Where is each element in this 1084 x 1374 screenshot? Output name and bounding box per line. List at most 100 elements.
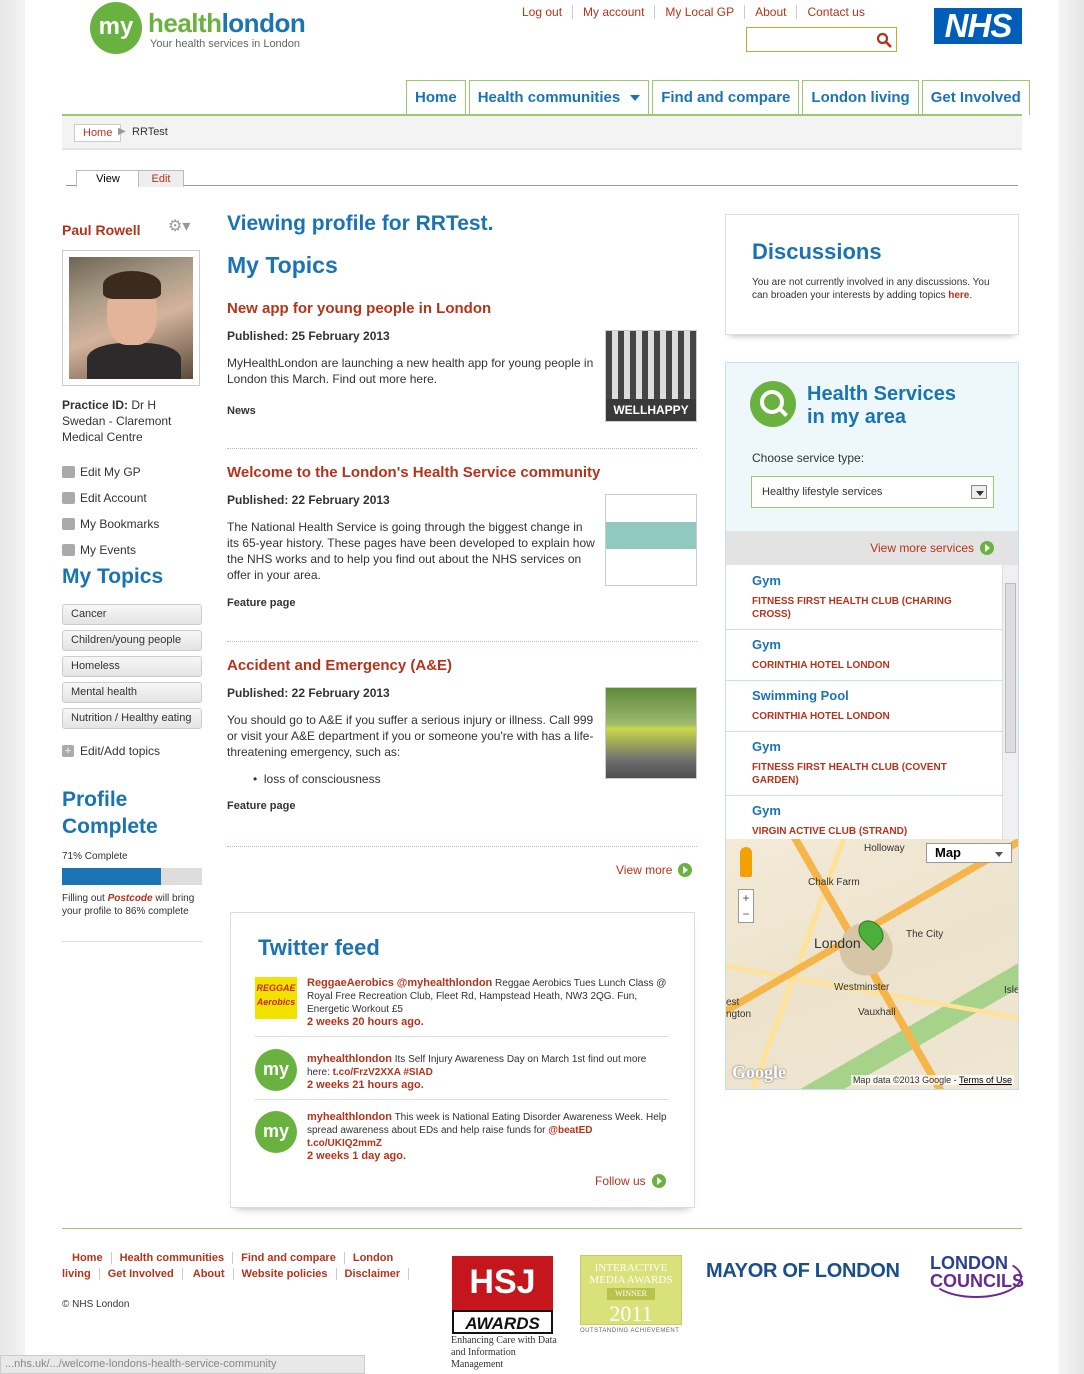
search-input[interactable] (746, 27, 897, 52)
article-summary: MyHealthLondon are launching a new healt… (227, 356, 594, 386)
profile-heading-line1: Profile (62, 788, 128, 811)
map-label: est (726, 997, 740, 1008)
footer-health-communities-link[interactable]: Health communities (111, 1252, 234, 1264)
practice-label: Practice ID: (62, 398, 129, 412)
nav-health-communities[interactable]: Health communities (468, 80, 650, 115)
scrollbar-thumb[interactable] (1005, 583, 1016, 753)
tweet-user[interactable]: myhealthlondon (307, 1111, 392, 1123)
footer-website-policies-link[interactable]: Website policies (233, 1268, 337, 1280)
service-item[interactable]: Gym CORINTHIA HOTEL LONDON (726, 629, 1002, 681)
my-account-link[interactable]: My account (573, 5, 656, 19)
map-label: London (814, 935, 861, 951)
zoom-in-icon[interactable]: + (739, 890, 753, 906)
edit-account-link[interactable]: Edit Account (62, 485, 159, 511)
topic-mental-health[interactable]: Mental health (62, 682, 202, 703)
twitter-heading: Twitter feed (258, 935, 380, 960)
nav-find-and-compare[interactable]: Find and compare (652, 80, 800, 115)
article-summary: The National Health Service is going thr… (227, 520, 595, 582)
tweet-time[interactable]: 2 weeks 1 day ago. (307, 1150, 667, 1163)
footer-home-link[interactable]: Home (62, 1252, 112, 1264)
map-type-select[interactable]: Map (926, 843, 1012, 863)
service-item[interactable]: Gym VIRGIN ACTIVE CLUB (STRAND) (726, 795, 1002, 839)
service-item[interactable]: Gym FITNESS FIRST HEALTH CLUB (CHARING CR… (726, 565, 1002, 630)
tweet-user[interactable]: ReggaeAerobics (307, 977, 394, 989)
view-more-services-label: View more services (870, 541, 974, 555)
service-type-select[interactable]: Healthy lifestyle services (751, 476, 994, 508)
tweet-avatar[interactable]: my (255, 1049, 297, 1091)
tab-view[interactable]: View (76, 170, 140, 187)
article-summary: You should go to A&E if you suffer a ser… (227, 713, 594, 759)
tweet-avatar[interactable]: REGGAE Aerobics (255, 977, 297, 1019)
view-more-link[interactable]: View more (616, 863, 693, 877)
follow-us-link[interactable]: Follow us (595, 1174, 666, 1188)
nav-london-living[interactable]: London living (802, 80, 919, 115)
nav-get-involved[interactable]: Get Involved (921, 80, 1030, 115)
article-title[interactable]: Accident and Emergency (A&E) (227, 657, 697, 674)
profile-note-field[interactable]: Postcode (108, 893, 153, 904)
my-bookmarks-link[interactable]: My Bookmarks (62, 511, 159, 537)
chevron-down-icon[interactable] (971, 485, 987, 499)
service-name: Gym (752, 637, 781, 652)
map-zoom-control[interactable]: + − (738, 889, 754, 923)
my-events-link[interactable]: My Events (62, 537, 159, 563)
profile-note-pre: Filling out (62, 893, 105, 904)
tweet-links[interactable]: t.co/FrzV2XXA #SIAD (333, 1067, 433, 1078)
gear-icon[interactable]: ⚙▾ (168, 216, 190, 236)
topic-homeless[interactable]: Homeless (62, 656, 202, 677)
tweet-text: ReggaeAerobics @myhealthlondon Reggae Ae… (307, 977, 667, 1029)
article-divider (227, 846, 697, 847)
london-councils-logo: LONDON COUNCILS (930, 1254, 1024, 1290)
logout-link[interactable]: Log out (512, 5, 574, 19)
service-name: Swimming Pool (752, 688, 849, 703)
view-more-services-link[interactable]: View more services (726, 531, 1018, 565)
topic-children[interactable]: Children/young people (62, 630, 202, 651)
nhs-logo[interactable]: NHS (934, 8, 1022, 44)
topics-heading: My Topics (227, 252, 338, 278)
nav-home[interactable]: Home (406, 80, 466, 115)
topic-nutrition[interactable]: Nutrition / Healthy eating (62, 708, 202, 729)
article-thumbnail[interactable]: WELLHAPPY (605, 330, 697, 422)
footer-find-compare-link[interactable]: Find and compare (233, 1252, 345, 1264)
service-name: Gym (752, 739, 781, 754)
sidebar-topics-heading: My Topics (62, 565, 164, 588)
terms-of-use-link[interactable]: Terms of Use (959, 1075, 1012, 1085)
tweet-time[interactable]: 2 weeks 20 hours ago. (307, 1016, 667, 1029)
ima-line1: INTERACTIVE (594, 1262, 668, 1274)
avatar (62, 250, 200, 386)
my-local-gp-link[interactable]: My Local GP (655, 5, 746, 19)
article-title[interactable]: New app for young people in London (227, 300, 697, 317)
edit-topics-link[interactable]: + Edit/Add topics (62, 744, 160, 758)
site-logo[interactable]: my healthlondon Your health services in … (90, 0, 330, 56)
article-thumbnail[interactable] (605, 494, 697, 586)
service-item[interactable]: Gym FITNESS FIRST HEALTH CLUB (COVENT GAR… (726, 731, 1002, 796)
topic-cancer[interactable]: Cancer (62, 604, 202, 625)
about-link[interactable]: About (745, 5, 798, 19)
service-item[interactable]: Swimming Pool CORINTHIA HOTEL LONDON (726, 680, 1002, 732)
service-type-label: Choose service type: (752, 451, 865, 465)
footer-about-link[interactable]: About (182, 1268, 234, 1280)
tweet-user[interactable]: myhealthlondon (307, 1053, 392, 1065)
service-map[interactable]: + − Map Holloway Chalk Farm London The Ci… (726, 839, 1018, 1089)
tweet-time[interactable]: 2 weeks 21 hours ago. (307, 1079, 667, 1092)
article-card: Welcome to the London's Health Service c… (227, 464, 697, 609)
contact-us-link[interactable]: Contact us (797, 5, 874, 19)
tweet-mention[interactable]: @myhealthlondon (397, 977, 493, 989)
breadcrumb-current: RRTest (132, 126, 168, 138)
article-thumbnail[interactable] (605, 687, 697, 779)
zoom-out-icon[interactable]: − (739, 906, 753, 922)
breadcrumb-home[interactable]: Home (74, 124, 122, 142)
tab-edit[interactable]: Edit (138, 170, 184, 187)
tweet-divider (255, 1099, 669, 1100)
footer-get-involved-link[interactable]: Get Involved (99, 1268, 183, 1280)
tweet-avatar[interactable]: my (255, 1111, 297, 1153)
chevron-down-icon (630, 95, 641, 102)
footer-links: Home Health communities Find and compare Lo… (62, 1250, 434, 1282)
service-list: Gym FITNESS FIRST HEALTH CLUB (CHARING CR… (726, 565, 1018, 839)
article-title[interactable]: Welcome to the London's Health Service c… (227, 464, 697, 481)
discussions-here-link[interactable]: here (948, 290, 969, 301)
pegman-icon[interactable] (740, 847, 752, 877)
service-list-scrollbar[interactable] (1002, 565, 1018, 839)
footer-disclaimer-link[interactable]: Disclaimer (336, 1268, 410, 1280)
search-icon[interactable] (876, 32, 892, 48)
edit-my-gp-link[interactable]: Edit My GP (62, 459, 159, 485)
